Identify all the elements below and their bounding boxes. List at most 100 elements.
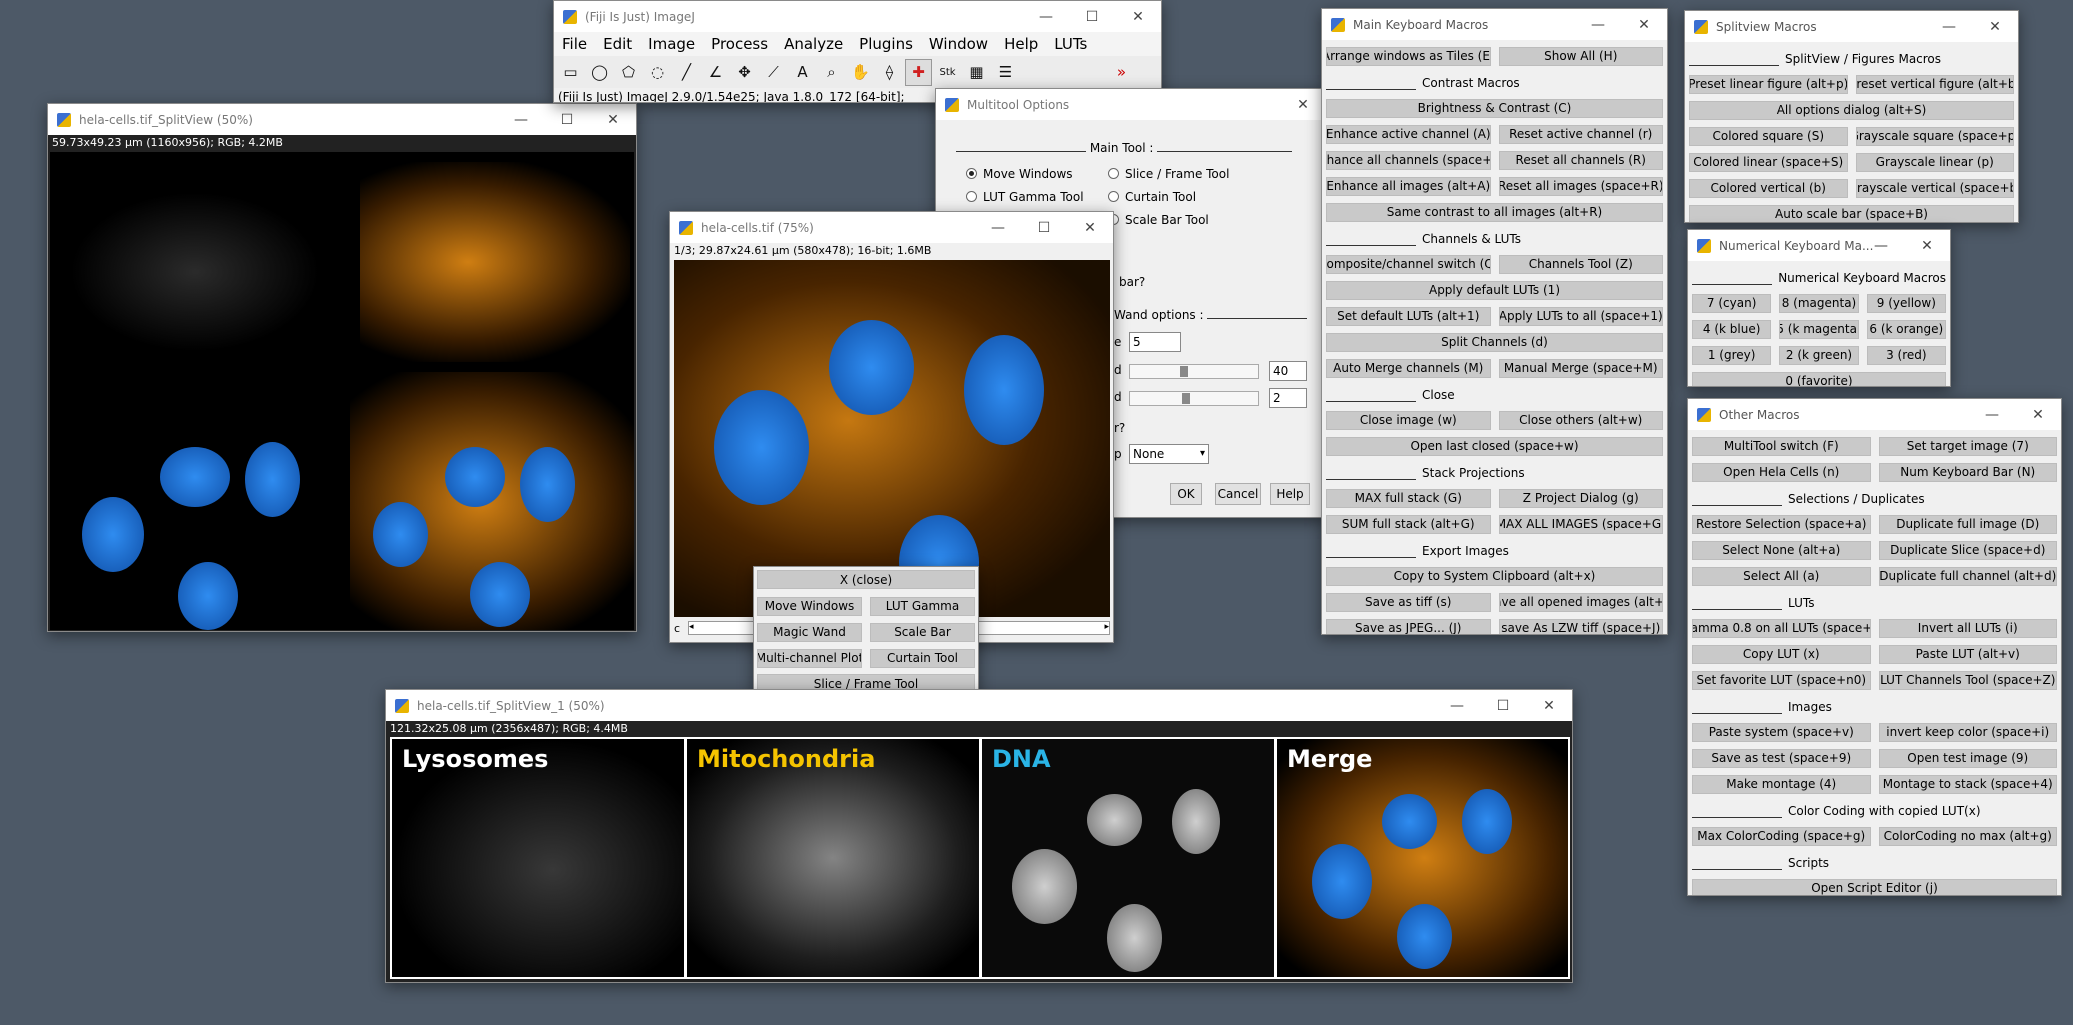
open-last-closed-space-w-button[interactable]: Open last closed (space+w) <box>1326 436 1663 456</box>
save-as-test-space-9-button[interactable]: Save as test (space+9) <box>1692 748 1871 768</box>
splitview1-window[interactable]: hela-cells.tif_SplitView_1 (50%) — ☐ ✕ 1… <box>385 689 1573 983</box>
restore-selection-space-a-button[interactable]: Restore Selection (space+a) <box>1692 514 1871 534</box>
composite-channel-switch-q-button[interactable]: Composite/channel switch (Q) <box>1326 254 1491 274</box>
3-red-button[interactable]: 3 (red) <box>1866 345 1946 365</box>
more-tools-icon[interactable]: » <box>1108 59 1135 86</box>
slider2-value[interactable]: 2 <box>1269 388 1307 408</box>
save-as-tiff-s-button[interactable]: Save as tiff (s) <box>1326 592 1491 612</box>
select-none-alt-a-button[interactable]: Select None (alt+a) <box>1692 540 1871 560</box>
max-all-images-space-g-button[interactable]: MAX ALL IMAGES (space+G) <box>1498 514 1663 534</box>
menu-plugins[interactable]: Plugins <box>851 35 921 53</box>
radio-curtain[interactable]: Curtain Tool <box>1108 190 1196 204</box>
maximize-button[interactable]: ☐ <box>1480 690 1526 721</box>
slider1-value[interactable]: 40 <box>1269 361 1307 381</box>
other-macros-window[interactable]: Other Macros — ✕ MultiTool switch (F) Set … <box>1687 398 2062 896</box>
select-all-a-button[interactable]: Select All (a) <box>1692 566 1871 586</box>
text-tool-icon[interactable]: A <box>789 59 816 86</box>
menu-analyze[interactable]: Analyze <box>776 35 851 53</box>
save-all-opened-images-alt-s-button[interactable]: Save all opened images (alt+s) <box>1498 592 1663 612</box>
9-yellow-button[interactable]: 9 (yellow) <box>1866 293 1946 313</box>
multitool-titlebar[interactable]: Multitool Options ✕ <box>936 89 1326 120</box>
menu-image[interactable]: Image <box>640 35 703 53</box>
close-others-alt-w-button[interactable]: Close others (alt+w) <box>1498 410 1663 430</box>
polygon-tool-icon[interactable]: ⬠ <box>615 59 642 86</box>
minimize-button[interactable]: — <box>1023 1 1069 32</box>
reset-active-channel-r-button[interactable]: Reset active channel (r) <box>1498 124 1663 144</box>
numerical-macros-titlebar[interactable]: Numerical Keyboard Ma... — ✕ <box>1688 230 1950 261</box>
enhance-active-channel-a-button[interactable]: Enhance active channel (A) <box>1326 124 1491 144</box>
splitview-image-canvas[interactable] <box>50 152 634 630</box>
close-button[interactable]: ✕ <box>1067 212 1113 243</box>
make-montage-4-button[interactable]: Make montage (4) <box>1692 774 1871 794</box>
brightness-contrast-c-button[interactable]: Brightness & Contrast (C) <box>1326 98 1663 118</box>
paste-system-space-v-button[interactable]: Paste system (space+v) <box>1692 722 1871 742</box>
mode-dropdown[interactable]: None ▾ <box>1129 444 1209 464</box>
smoothing-slider[interactable] <box>1129 391 1259 406</box>
2-k-green-button[interactable]: 2 (k green) <box>1779 345 1859 365</box>
radio-lut-gamma[interactable]: LUT Gamma Tool <box>966 190 1084 204</box>
preset-vertical-figure-alt-b-button[interactable]: Preset vertical figure (alt+b) <box>1855 74 2014 94</box>
imagej-titlebar[interactable]: (Fiji Is Just) ImageJ — ☐ ✕ <box>554 1 1161 32</box>
close-button[interactable]: ✕ <box>2015 399 2061 430</box>
stack-tool-icon[interactable]: Stk <box>934 59 961 86</box>
open-test-image-9-button[interactable]: Open test image (9) <box>1878 748 2057 768</box>
menu-tool-icon[interactable]: ☰ <box>992 59 1019 86</box>
duplicate-slice-space-d-button[interactable]: Duplicate Slice (space+d) <box>1878 540 2057 560</box>
0-favorite-button[interactable]: 0 (favorite) <box>1692 371 1946 386</box>
empty-slot-icon[interactable] <box>1021 59 1048 86</box>
oval-tool-icon[interactable]: ◯ <box>586 59 613 86</box>
reset-all-images-space-r-button[interactable]: Reset all images (space+R) <box>1498 176 1663 196</box>
duplicate-full-channel-alt-d-button[interactable]: Duplicate full channel (alt+d) <box>1878 566 2057 586</box>
line-tool-icon[interactable]: ╱ <box>673 59 700 86</box>
tolerance-slider[interactable] <box>1129 364 1259 379</box>
same-contrast-to-all-images-alt-r-button[interactable]: Same contrast to all images (alt+R) <box>1326 202 1663 222</box>
4-k-blue-button[interactable]: 4 (k blue) <box>1692 319 1772 339</box>
ok-button[interactable]: OK <box>1170 483 1202 505</box>
empty-slot-icon[interactable] <box>1050 59 1077 86</box>
scroll-right-icon[interactable]: ▸ <box>1104 622 1109 632</box>
scroll-left-icon[interactable]: ◂ <box>689 622 694 632</box>
close-button[interactable]: ✕ <box>1904 230 1950 261</box>
hela-image-canvas[interactable] <box>674 260 1110 617</box>
radio-scale-bar[interactable]: Scale Bar Tool <box>1108 213 1209 227</box>
8-magenta-button[interactable]: 8 (magenta) <box>1779 293 1859 313</box>
open-script-editor-j-button[interactable]: Open Script Editor (j) <box>1692 878 2057 895</box>
maximize-button[interactable]: ☐ <box>1069 1 1115 32</box>
show-all-h-button[interactable]: Show All (H) <box>1498 46 1663 66</box>
splitview1-titlebar[interactable]: hela-cells.tif_SplitView_1 (50%) — ☐ ✕ <box>386 690 1572 721</box>
hela-titlebar[interactable]: hela-cells.tif (75%) — ☐ ✕ <box>670 212 1113 243</box>
minimize-button[interactable]: — <box>975 212 1021 243</box>
6-k-orange-button[interactable]: 6 (k orange) <box>1866 319 1946 339</box>
popup-curtain-tool-button[interactable]: Curtain Tool <box>870 648 975 668</box>
minimize-button[interactable]: — <box>498 104 544 135</box>
auto-merge-channels-m-button[interactable]: Auto Merge channels (M) <box>1326 358 1491 378</box>
lut-grid-icon[interactable]: ▦ <box>963 59 990 86</box>
arrange-windows-as-tiles-e-button[interactable]: Arrange windows as Tiles (E) <box>1326 46 1491 66</box>
angle-tool-icon[interactable]: ∠ <box>702 59 729 86</box>
help-button[interactable]: Help <box>1270 483 1310 505</box>
menu-help[interactable]: Help <box>996 35 1046 53</box>
menu-window[interactable]: Window <box>921 35 996 53</box>
set-target-image-7-button[interactable]: Set target image (7) <box>1878 436 2057 456</box>
point-tool-icon[interactable]: ✥ <box>731 59 758 86</box>
magnifier-tool-icon[interactable]: ⌕ <box>818 59 845 86</box>
1-grey-button[interactable]: 1 (grey) <box>1692 345 1772 365</box>
splitview-titlebar[interactable]: hela-cells.tif_SplitView (50%) — ☐ ✕ <box>48 104 636 135</box>
radio-move-windows[interactable]: Move Windows <box>966 167 1073 181</box>
copy-lut-x-button[interactable]: Copy LUT (x) <box>1692 644 1871 664</box>
reset-all-channels-r-button[interactable]: Reset all channels (R) <box>1498 150 1663 170</box>
close-button[interactable]: ✕ <box>590 104 636 135</box>
popup-magic-wand-button[interactable]: Magic Wand <box>757 622 862 642</box>
popup-lut-gamma-button[interactable]: LUT Gamma <box>870 596 975 616</box>
main-macros-titlebar[interactable]: Main Keyboard Macros — ✕ <box>1322 9 1667 40</box>
minimize-button[interactable]: — <box>1575 9 1621 40</box>
popup-close-button[interactable]: X (close) <box>757 570 975 589</box>
paste-lut-alt-v-button[interactable]: Paste LUT (alt+v) <box>1878 644 2057 664</box>
splitview1-image-canvas[interactable]: Lysosomes Mitochondria DNA Merge <box>390 737 1570 979</box>
grayscale-vertical-space-b-button[interactable]: Grayscale vertical (space+b) <box>1855 178 2014 198</box>
manual-merge-space-m-button[interactable]: Manual Merge (space+M) <box>1498 358 1663 378</box>
minimize-button[interactable]: — <box>1434 690 1480 721</box>
colored-linear-space-s-button[interactable]: Colored linear (space+S) <box>1689 152 1848 172</box>
save-as-lzw-tiff-space-j-button[interactable]: save As LZW tiff (space+J) <box>1498 618 1663 634</box>
multitool-switch-f-button[interactable]: MultiTool switch (F) <box>1692 436 1871 456</box>
